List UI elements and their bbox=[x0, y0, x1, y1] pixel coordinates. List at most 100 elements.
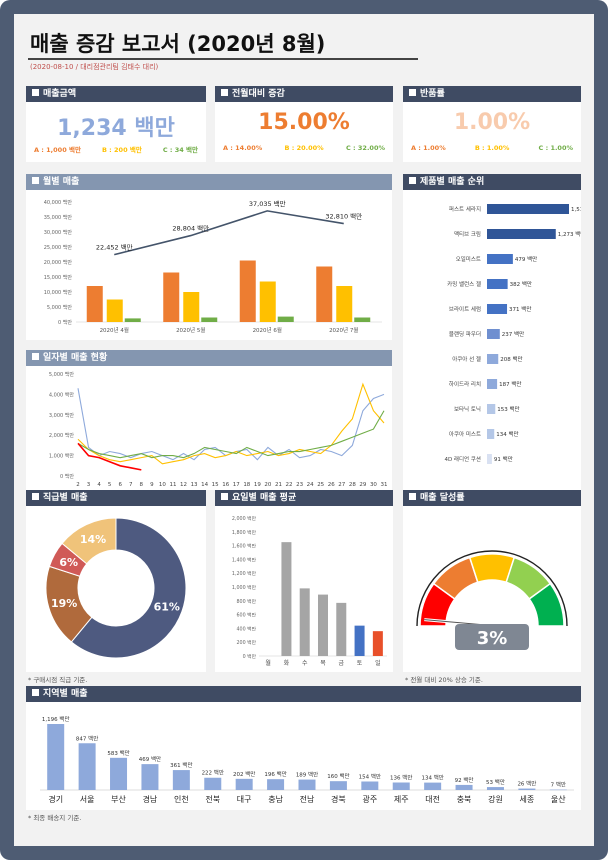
kpi-change-a: A : 14.00% bbox=[223, 144, 263, 152]
region-label: 광주 bbox=[362, 794, 377, 804]
y-tick-label: 5,000 백만 bbox=[49, 371, 75, 378]
region-value-label: 134 백만 bbox=[421, 774, 443, 782]
square-icon bbox=[409, 493, 416, 500]
title-underline bbox=[28, 58, 418, 60]
region-sales-header: 지역별 매출 bbox=[26, 686, 581, 702]
page-subtitle: (2020-08-10 / 대리점관리팀 김태수 대리) bbox=[30, 63, 159, 71]
region-bar bbox=[424, 782, 442, 790]
y-tick-label: 5,000 백만 bbox=[47, 304, 73, 311]
product-bar bbox=[487, 379, 498, 389]
monthly-bar bbox=[259, 281, 276, 322]
product-label: 카밍 밸런스 젤 bbox=[447, 280, 481, 288]
x-tick-label: 일 bbox=[375, 659, 381, 667]
y-tick-label: 1,400 백만 bbox=[232, 556, 257, 563]
region-label: 충북 bbox=[457, 795, 472, 804]
square-icon bbox=[32, 177, 39, 184]
region-label: 울산 bbox=[551, 794, 566, 804]
region-value-label: 202 백만 bbox=[233, 770, 255, 778]
square-icon bbox=[409, 177, 416, 184]
weekday-bar bbox=[299, 588, 310, 656]
product-value-label: 134 백만 bbox=[496, 430, 518, 438]
channel-note: * 구매시점 직급 기준. bbox=[28, 676, 88, 684]
donut-slice-label: 6% bbox=[59, 556, 78, 569]
product-value-label: 208 백만 bbox=[500, 355, 522, 363]
kpi-change-c: C : 32.00% bbox=[346, 144, 385, 152]
x-tick-label: 금 bbox=[339, 660, 345, 667]
region-bar bbox=[47, 724, 65, 790]
daily-sales-chart: 0 백만 1,000 백만 2,000 백만 3,000 백만 4,000 백만 5,00… bbox=[49, 371, 388, 488]
kpi-sales-breakdown: A : 1,000 백만 B : 200 백만 C : 34 백만 bbox=[26, 144, 206, 154]
report-sheet: 매출 증감 보고서 (2020년 8월) (2020-08-10 / 대리점관리… bbox=[14, 14, 594, 846]
gauge-panel: 매출 달성률 3% bbox=[403, 490, 581, 672]
product-ranking-panel: 제품별 매출 순위 퍼스트 세라지 1,518 백만맥티브 크림 1,273 백만오… bbox=[403, 174, 581, 490]
donut-slice-label: 19% bbox=[51, 597, 77, 610]
square-icon bbox=[32, 89, 39, 96]
product-value-label: 153 백만 bbox=[497, 405, 519, 413]
weekday-bar bbox=[372, 631, 383, 656]
product-value-label: 91 백만 bbox=[494, 455, 513, 463]
kpi-sales-b: B : 200 백만 bbox=[101, 146, 142, 154]
region-value-label: 222 백만 bbox=[202, 769, 224, 777]
region-sales-title: 지역별 매출 bbox=[43, 689, 88, 699]
x-tick-label: 21 bbox=[275, 482, 282, 488]
region-label: 경북 bbox=[331, 794, 346, 804]
region-bar bbox=[141, 764, 159, 790]
monthly-bar bbox=[124, 318, 141, 322]
monthly-sales-panel: 월별 매출 0 백만 5,000 백만 10,000 백만 15,000 백만 20,0… bbox=[26, 174, 392, 340]
product-label: 브라이트 세럼 bbox=[449, 305, 481, 313]
x-tick-label: 13 bbox=[191, 482, 198, 488]
x-tick-label: 12 bbox=[180, 482, 187, 488]
kpi-return-c: C : 1.00% bbox=[538, 144, 573, 152]
y-tick-label: 0 백만 bbox=[58, 319, 72, 326]
y-tick-label: 4,000 백만 bbox=[49, 391, 75, 398]
kpi-sales-header: 매출금액 bbox=[26, 86, 206, 102]
weekday-sales-panel: 요일별 매출 평균 0 백만 200 백만 400 백만 600 백만 800 백만 1,… bbox=[215, 490, 393, 672]
product-value-label: 371 백만 bbox=[509, 305, 531, 313]
product-label: 퍼스트 세라지 bbox=[449, 205, 481, 213]
product-label: 블랜딩 파우더 bbox=[449, 330, 481, 338]
monthly-bar bbox=[86, 286, 103, 322]
x-tick-label: 18 bbox=[243, 482, 250, 488]
product-bar bbox=[487, 454, 492, 464]
monthly-bar bbox=[316, 266, 333, 322]
product-label: 보타닉 토닉 bbox=[454, 405, 481, 413]
y-tick-label: 1,200 백만 bbox=[232, 570, 257, 577]
region-label: 제주 bbox=[394, 795, 409, 804]
x-tick-label: 28 bbox=[349, 482, 356, 488]
x-tick-label: 2020년 5월 bbox=[176, 326, 205, 334]
x-tick-label: 2020년 6월 bbox=[253, 326, 282, 334]
y-tick-label: 35,000 백만 bbox=[44, 214, 73, 221]
x-tick-label: 화 bbox=[284, 660, 290, 667]
product-bar bbox=[487, 254, 513, 264]
product-bar bbox=[487, 429, 495, 439]
x-tick-label: 4 bbox=[97, 482, 101, 488]
channel-sales-header: 직급별 매출 bbox=[26, 490, 206, 506]
x-tick-label: 3 bbox=[87, 482, 91, 488]
total-value-label: 22,452 백만 bbox=[96, 243, 133, 252]
kpi-change-value: 15.00% bbox=[258, 110, 350, 135]
kpi-change-title: 전월대비 증감 bbox=[232, 89, 285, 99]
product-bar bbox=[487, 229, 556, 239]
square-icon bbox=[221, 89, 228, 96]
region-value-label: 583 백만 bbox=[107, 749, 129, 757]
x-tick-label: 토 bbox=[357, 660, 363, 667]
region-bar bbox=[329, 781, 347, 790]
region-label: 대구 bbox=[237, 795, 252, 804]
x-tick-label: 20 bbox=[264, 482, 271, 488]
region-label: 경남 bbox=[143, 794, 158, 804]
product-label: 아쿠아 선 젤 bbox=[452, 355, 481, 363]
product-value-label: 1,273 백만 bbox=[558, 230, 581, 238]
monthly-bar bbox=[336, 286, 353, 322]
product-bar bbox=[487, 404, 496, 414]
kpi-return-breakdown: A : 1.00% B : 1.00% C : 1.00% bbox=[403, 144, 581, 152]
square-icon bbox=[409, 89, 416, 96]
daily-sales-header: 일자별 매출 현황 bbox=[26, 350, 392, 366]
product-label: 4D 래디언 쿠션 bbox=[444, 455, 481, 463]
region-label: 세종 bbox=[520, 795, 535, 804]
product-label: 아쿠아 미스트 bbox=[449, 430, 481, 438]
daily-series-line bbox=[77, 382, 385, 465]
kpi-return-a: A : 1.00% bbox=[411, 144, 446, 152]
region-value-label: 361 백만 bbox=[170, 761, 192, 769]
region-label: 부산 bbox=[111, 794, 126, 804]
x-tick-label: 2020년 7월 bbox=[329, 326, 358, 334]
